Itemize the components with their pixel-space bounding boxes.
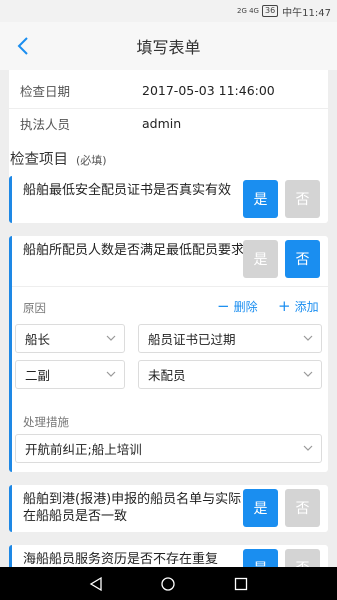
reason-label: 原因 [23, 301, 46, 315]
reason-select-2[interactable]: 未配员 [138, 360, 322, 389]
back-arrow-icon[interactable] [14, 34, 34, 58]
question-text: 船舶到港(报港)申报的船员名单与实际在船船员是否一致 [23, 492, 242, 524]
question-card-2: 船舶所配员人数是否满足最低配员要求 是 否 原因 − 删除 + 添加 船长 船员… [9, 236, 328, 472]
measure-select[interactable]: 开航前纠正;船上培训 [15, 434, 322, 463]
position-select-2[interactable]: 二副 [15, 360, 125, 389]
delete-label: 删除 [233, 300, 258, 314]
info-label: 检查日期 [20, 83, 71, 99]
page-title: 填写表单 [136, 38, 201, 57]
app-header: 填写表单 [0, 22, 337, 70]
section-title-text: 检查项目 [10, 152, 68, 168]
divider [12, 286, 328, 287]
info-row-officer: 执法人员 admin [9, 108, 328, 138]
select-value: 二副 [25, 368, 51, 383]
yes-button[interactable]: 是 [243, 240, 278, 278]
nav-back-icon[interactable] [88, 576, 104, 592]
plus-icon: + [278, 297, 291, 315]
minus-icon: − [217, 297, 230, 315]
chevron-down-icon [303, 371, 313, 377]
yes-button[interactable]: 是 [243, 489, 278, 527]
question-text: 船舶最低安全配员证书是否真实有效 [23, 183, 232, 198]
select-value: 开航前纠正;船上培训 [25, 442, 142, 457]
chevron-down-icon [303, 445, 313, 451]
measure-label: 处理措施 [23, 415, 69, 429]
section-title: 检查项目 (必填) [10, 148, 107, 169]
battery-indicator: 36 [261, 5, 279, 17]
info-label: 执法人员 [20, 117, 71, 132]
select-value: 未配员 [148, 368, 186, 383]
add-reason-button[interactable]: + 添加 [278, 298, 319, 315]
chevron-down-icon [106, 371, 116, 377]
no-button[interactable]: 否 [285, 240, 320, 278]
question-card-4: 海船船员服务资历是否不存在重复 是 否 [9, 545, 328, 567]
chevron-down-icon [303, 335, 313, 341]
question-text: 海船船员服务资历是否不存在重复 [23, 552, 219, 567]
question-card-1: 船舶最低安全配员证书是否真实有效 是 否 [9, 176, 328, 223]
delete-reason-button[interactable]: − 删除 [217, 298, 258, 315]
required-hint: (必填) [76, 154, 107, 167]
nav-recents-icon[interactable] [233, 576, 249, 592]
add-label: 添加 [294, 300, 319, 314]
yes-button[interactable]: 是 [243, 549, 278, 567]
select-value: 船员证书已过期 [148, 332, 236, 347]
no-button[interactable]: 否 [285, 180, 320, 218]
no-button[interactable]: 否 [285, 489, 320, 527]
no-button[interactable]: 否 [285, 549, 320, 567]
select-value: 船长 [25, 332, 51, 347]
question-card-3: 船舶到港(报港)申报的船员名单与实际在船船员是否一致 是 否 [9, 485, 328, 532]
form-content[interactable]: 检查日期 2017-05-03 11:46:00 执法人员 admin 检查项目… [0, 70, 337, 567]
system-nav-bar [0, 567, 337, 600]
question-text: 船舶所配员人数是否满足最低配员要求 [23, 243, 245, 258]
reason-select-1[interactable]: 船员证书已过期 [138, 324, 322, 353]
info-row-date: 检查日期 2017-05-03 11:46:00 [9, 75, 328, 105]
yes-button[interactable]: 是 [243, 180, 278, 218]
clock: 中午11:47 [282, 7, 331, 19]
position-select-1[interactable]: 船长 [15, 324, 125, 353]
signal-indicator: 2G 4G [237, 7, 259, 15]
chevron-down-icon [106, 335, 116, 341]
nav-home-icon[interactable] [160, 576, 176, 592]
info-value: 2017-05-03 11:46:00 [142, 82, 275, 98]
info-value: admin [142, 116, 182, 131]
status-bar: 2G 4G 36 中午11:47 [0, 0, 337, 22]
